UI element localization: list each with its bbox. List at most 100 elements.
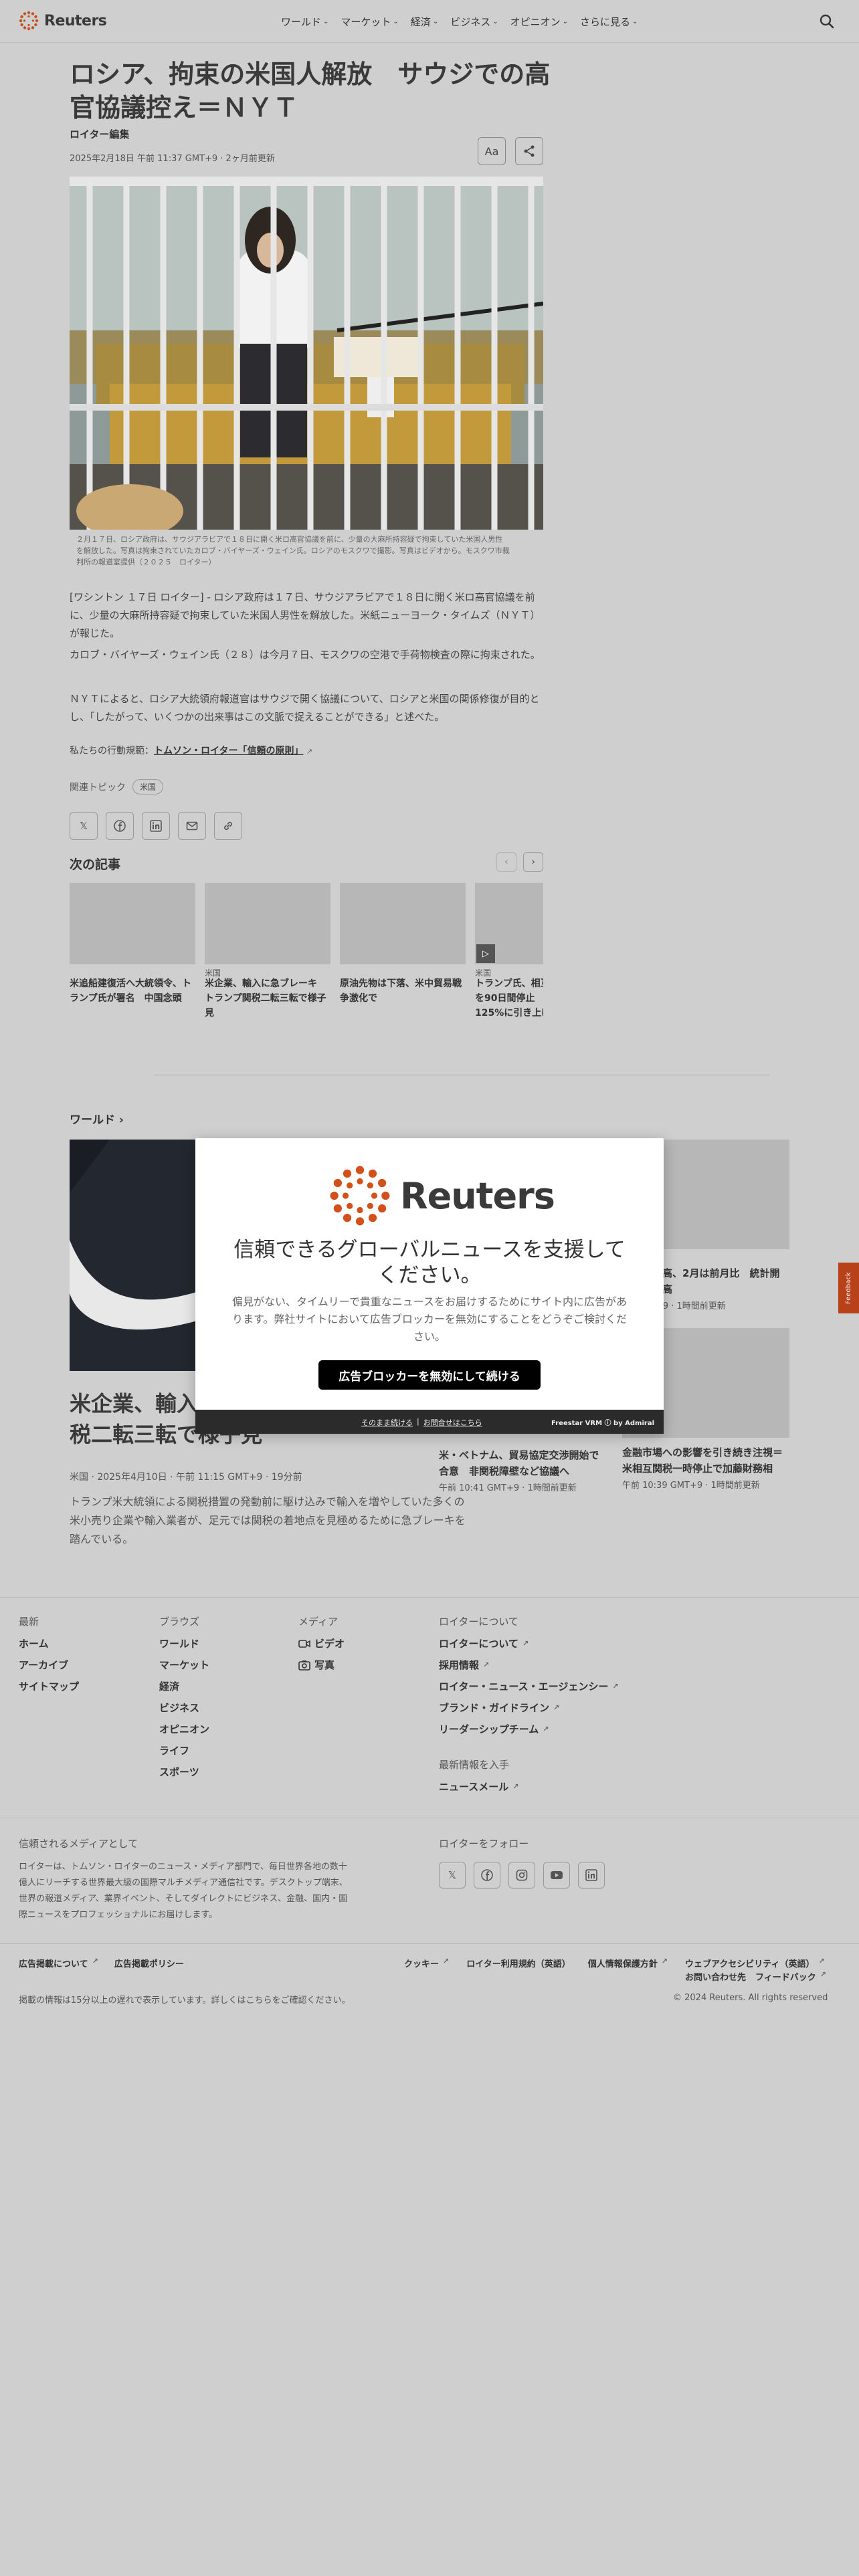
footer-link-photos[interactable]: 写真 — [314, 1654, 335, 1676]
footer-latest-heading: 最新 — [19, 1616, 39, 1628]
next-stories-carousel: 米追船建復活へ大統領令、トランプ氏が署名 中国念頭 米国 米企業、輸入に急ブレー… — [70, 883, 543, 1037]
story-card[interactable]: ▷ 米国 トランプ氏、相互関税の一部を90日間停止 中国は125%に引き上げ — [475, 883, 543, 1021]
search-button[interactable] — [818, 12, 836, 31]
nav-label: 経済 — [410, 16, 431, 28]
nav-more[interactable]: さらに見る ⌄ — [580, 15, 638, 29]
story-card[interactable]: 原油先物は下落、米中貿易戦争激化で — [340, 883, 466, 1006]
footer-link-sitemap[interactable]: サイトマップ — [19, 1676, 79, 1697]
camera-icon — [298, 1660, 310, 1671]
footer-link-accessibility[interactable]: ウェブアクセシビリティ（英語） — [685, 1957, 815, 1969]
reuters-logo[interactable]: Reuters — [19, 11, 107, 31]
footer-link-video[interactable]: ビデオ — [314, 1633, 345, 1654]
footer-link-sports[interactable]: スポーツ — [159, 1761, 199, 1783]
world-heading-label: ワールド — [70, 1113, 115, 1127]
world-side-story[interactable]: 米・ベトナム、貿易協定交渉開始で合意 非関税障壁など協議へ 午前 10:41 G… — [439, 1447, 606, 1493]
external-link-icon: ↗ — [483, 1660, 490, 1669]
nav-markets[interactable]: マーケット ⌄ — [341, 15, 398, 29]
linkedin-icon — [585, 1869, 597, 1881]
share-email-button[interactable] — [178, 812, 206, 840]
story-card[interactable]: 米追船建復活へ大統領令、トランプ氏が署名 中国念頭 — [70, 883, 195, 1006]
footer-link-brand-guidelines[interactable]: ブランド・ガイドライン — [439, 1697, 549, 1719]
story-card[interactable]: 米国 米企業、輸入に急ブレーキ トランプ関税二転三転で様子見 — [205, 883, 330, 1021]
delay-note[interactable]: 掲載の情報は15分以上の遅れで表示しています。詳しくはこちらをご確認ください。 — [19, 1993, 350, 2006]
article-paragraph-3: ＮＹＴによると、ロシア大統領府報道官はサウジで開く協議について、ロシアと米国の関… — [70, 693, 540, 723]
footer-link-ad-policy[interactable]: 広告掲載ポリシー — [114, 1957, 184, 1969]
story-category — [340, 967, 466, 976]
mail-icon — [186, 821, 198, 831]
footer-latest-links: ホーム アーカイブ サイトマップ — [19, 1633, 79, 1697]
trusted-media-heading: 信頼されるメディアとして — [19, 1838, 138, 1850]
story-thumbnail: ▷ — [475, 883, 543, 964]
courtroom-cage-image — [70, 177, 543, 530]
footer-link-cookies[interactable]: クッキー — [404, 1957, 439, 1969]
footer-link-home[interactable]: ホーム — [19, 1633, 49, 1654]
footer-divider — [0, 1943, 859, 1944]
follow-facebook-button[interactable] — [474, 1862, 500, 1889]
photo-caption: ２月１７日、ロシア政府は、サウジアラビアで１８日に開く米ロ高官協議を前に、少量の… — [70, 534, 543, 568]
chevron-right-icon: › — [531, 857, 535, 867]
footer-link-feedback[interactable]: フィードバック — [755, 1970, 816, 1983]
copy-link-button[interactable] — [214, 812, 242, 840]
main-nav: ワールド ⌄ マーケット ⌄ 経済 ⌄ ビジネス ⌄ オピニオン ⌄ さらに見る ⌄ — [281, 15, 650, 29]
external-link-icon: ↗ — [612, 1682, 619, 1691]
footer-link-world[interactable]: ワールド — [159, 1633, 199, 1654]
share-facebook-button[interactable] — [106, 812, 134, 840]
link-icon — [224, 821, 232, 831]
footer-link-life[interactable]: ライフ — [159, 1740, 189, 1761]
story-category: 米国 — [475, 968, 492, 978]
nav-economy[interactable]: 経済 ⌄ — [411, 15, 438, 29]
footer-link-economy[interactable]: 経済 — [159, 1676, 179, 1697]
follow-linkedin-button[interactable] — [578, 1862, 605, 1889]
footer-link-advertising[interactable]: 広告掲載について — [19, 1957, 88, 1969]
world-section-heading[interactable]: ワールド › — [70, 1110, 124, 1127]
story-thumbnail — [70, 883, 195, 964]
footer-link-markets[interactable]: マーケット — [159, 1654, 209, 1676]
footer-link-leadership[interactable]: リーダーシップチーム — [439, 1719, 539, 1740]
world-lead-description: トランプ米大統領による関税措置の発動前に駆け込みで輸入を増やしていた多くの米小売… — [70, 1495, 466, 1545]
footer-link-careers[interactable]: 採用情報 — [439, 1654, 479, 1676]
external-link-icon: ↗ — [818, 1957, 825, 1965]
external-link-icon: ↗ — [443, 1957, 450, 1965]
article-author[interactable]: ロイター編集 — [70, 127, 129, 141]
reuters-logo-icon — [330, 1166, 390, 1226]
nav-opinion[interactable]: オピニオン ⌄ — [510, 15, 568, 29]
chevron-right-icon: › — [118, 1113, 124, 1127]
footer-link-opinion[interactable]: オピニオン — [159, 1719, 209, 1740]
x-icon: 𝕏 — [79, 820, 88, 832]
story-title: 原油先物は下落、米中貿易戦争激化で — [340, 978, 462, 1004]
follow-instagram-button[interactable] — [508, 1862, 535, 1889]
instagram-icon — [516, 1869, 528, 1881]
share-x-button[interactable]: 𝕏 — [70, 812, 98, 840]
carousel-next-button[interactable]: › — [523, 852, 543, 872]
modal-brand: Freestar VRM ⓘ by Admiral — [551, 1420, 654, 1427]
share-linkedin-button[interactable] — [142, 812, 170, 840]
disable-adblock-button[interactable]: 広告ブロッカーを無効にして続ける — [318, 1360, 541, 1390]
chevron-down-icon: ⌄ — [492, 18, 498, 25]
nav-label: ワールド — [281, 16, 322, 28]
font-size-button[interactable]: Aa — [478, 137, 506, 165]
feedback-tab[interactable]: Feedback — [838, 1263, 859, 1313]
story-title: 米・ベトナム、貿易協定交渉開始で合意 非関税障壁など協議へ — [439, 1449, 599, 1477]
follow-youtube-button[interactable] — [543, 1862, 570, 1889]
nav-world[interactable]: ワールド ⌄ — [281, 15, 328, 29]
footer-link-about[interactable]: ロイターについて — [439, 1633, 518, 1654]
footer-about-heading: ロイターについて — [439, 1616, 518, 1628]
adblock-modal: Reuters 信頼できるグローバルニュースを支援してください。 偏見がない、タ… — [195, 1138, 664, 1434]
topic-tag-usa[interactable]: 米国 — [132, 779, 164, 794]
footer-link-news-agency[interactable]: ロイター・ニュース・エージェンシー — [439, 1676, 608, 1697]
share-button[interactable] — [515, 137, 543, 165]
footer-link-business[interactable]: ビジネス — [159, 1697, 199, 1719]
footer-link-contact[interactable]: お問い合わせ先 — [685, 1970, 746, 1983]
external-link-icon: ↗ — [92, 1957, 98, 1965]
contact-link[interactable]: お問合せはこちら — [423, 1417, 482, 1428]
follow-x-button[interactable]: 𝕏 — [439, 1862, 466, 1889]
footer-link-newsletter[interactable]: ニュースメール — [439, 1776, 508, 1798]
footer-link-terms[interactable]: ロイター利用規約（英語） — [466, 1957, 570, 1969]
carousel-prev-button[interactable]: ‹ — [496, 852, 516, 872]
continue-without-link[interactable]: そのまま続ける — [361, 1417, 413, 1428]
nav-business[interactable]: ビジネス ⌄ — [450, 15, 498, 29]
footer-link-archive[interactable]: アーカイブ — [19, 1654, 68, 1676]
story-thumbnail — [340, 883, 466, 964]
trust-principles-link[interactable]: トムソン・ロイター「信頼の原則」 — [154, 746, 303, 756]
footer-link-privacy[interactable]: 個人情報保護方針 — [588, 1957, 658, 1969]
